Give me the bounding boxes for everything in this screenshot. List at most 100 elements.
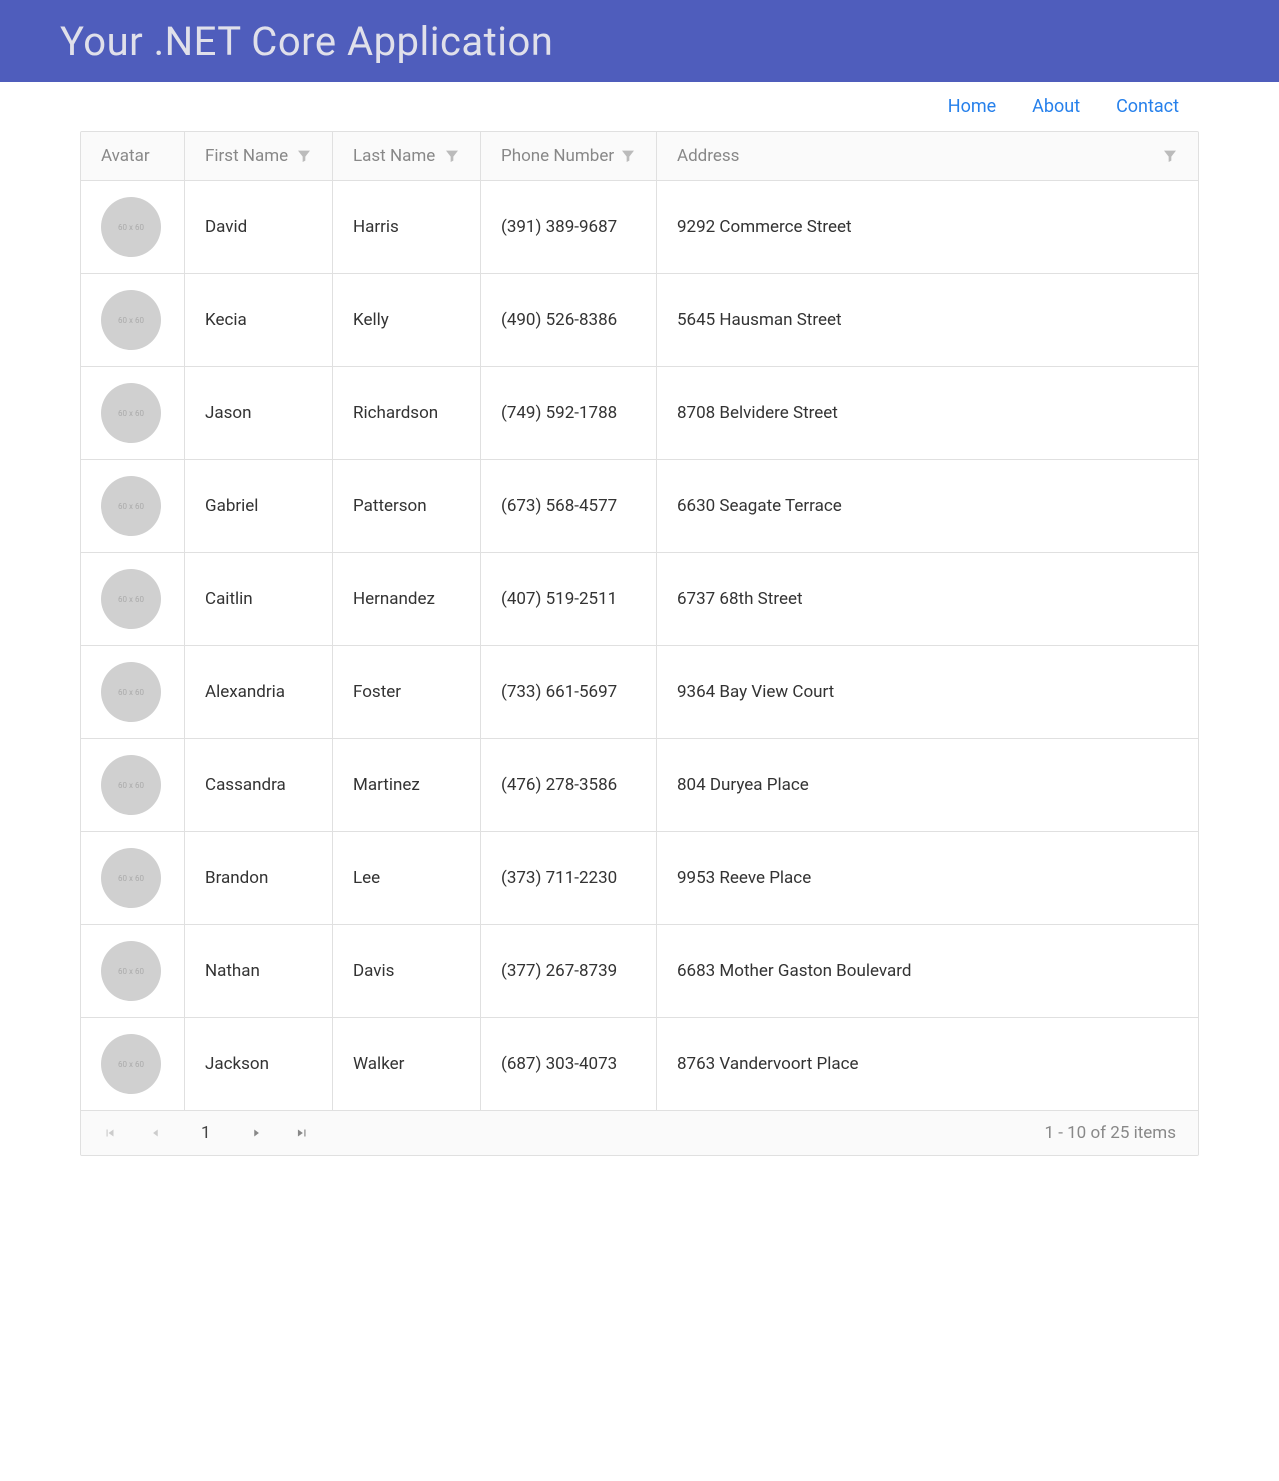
- cell-first-name: Caitlin: [185, 553, 333, 645]
- table-row[interactable]: 60 x 60 JacksonWalker(687) 303-40738763 V…: [81, 1018, 1198, 1110]
- nav-about[interactable]: About: [1032, 96, 1080, 117]
- column-label: Last Name: [353, 146, 435, 166]
- avatar: 60 x 60: [101, 290, 161, 350]
- cell-last-name: Hernandez: [333, 553, 481, 645]
- filter-icon[interactable]: [1162, 148, 1178, 164]
- cell-first-name: Alexandria: [185, 646, 333, 738]
- skip-last-icon: [295, 1126, 309, 1140]
- avatar: 60 x 60: [101, 848, 161, 908]
- cell-phone: (391) 389-9687: [481, 181, 657, 273]
- table-row[interactable]: 60 x 60 BrandonLee(373) 711-22309953 Reev…: [81, 832, 1198, 925]
- cell-phone: (377) 267-8739: [481, 925, 657, 1017]
- column-header-address[interactable]: Address: [657, 132, 1198, 180]
- table-row[interactable]: 60 x 60NathanDavis(377) 267-87396683 Mot…: [81, 925, 1198, 1018]
- cell-avatar: 60 x 60: [81, 739, 185, 831]
- pager-controls: 1: [103, 1123, 309, 1143]
- table-row[interactable]: 60 x 60KeciaKelly(490) 526-83865645 Haus…: [81, 274, 1198, 367]
- cell-avatar: 60 x 60: [81, 181, 185, 273]
- cell-address: 9292 Commerce Street: [657, 181, 1198, 273]
- pager-prev-button[interactable]: [149, 1126, 163, 1140]
- filter-icon[interactable]: [620, 148, 636, 164]
- cell-address: 9364 Bay View Court: [657, 646, 1198, 738]
- cell-avatar: 60 x 60: [81, 367, 185, 459]
- nav-home[interactable]: Home: [948, 96, 996, 117]
- cell-last-name: Walker: [333, 1018, 481, 1110]
- column-header-first-name[interactable]: First Name: [185, 132, 333, 180]
- column-label: First Name: [205, 146, 288, 166]
- app-title: Your .NET Core Application: [60, 18, 1219, 65]
- cell-avatar: 60 x 60: [81, 646, 185, 738]
- cell-last-name: Martinez: [333, 739, 481, 831]
- table-row[interactable]: 60 x 60 JasonRichardson(749) 592-17888708…: [81, 367, 1198, 460]
- cell-first-name: David: [185, 181, 333, 273]
- cell-last-name: Kelly: [333, 274, 481, 366]
- cell-first-name: Gabriel: [185, 460, 333, 552]
- cell-phone: (733) 661-5697: [481, 646, 657, 738]
- cell-address: 804 Duryea Place: [657, 739, 1198, 831]
- cell-last-name: Foster: [333, 646, 481, 738]
- pager-current-page[interactable]: 1: [195, 1123, 217, 1143]
- pager-info: 1 - 10 of 25 items: [1044, 1123, 1176, 1143]
- cell-avatar: 60 x 60: [81, 832, 185, 924]
- cell-phone: (749) 592-1788: [481, 367, 657, 459]
- cell-first-name: Cassandra: [185, 739, 333, 831]
- cell-phone: (687) 303-4073: [481, 1018, 657, 1110]
- grid-body: 60 x 60 DavidHarris(391) 389-96879292 Com…: [81, 181, 1198, 1110]
- avatar: 60 x 60: [101, 383, 161, 443]
- filter-icon[interactable]: [296, 148, 312, 164]
- column-header-avatar[interactable]: Avatar: [81, 132, 185, 180]
- cell-address: 6737 68th Street: [657, 553, 1198, 645]
- cell-avatar: 60 x 60: [81, 925, 185, 1017]
- app-header: Your .NET Core Application: [0, 0, 1279, 82]
- cell-address: 6630 Seagate Terrace: [657, 460, 1198, 552]
- prev-icon: [149, 1126, 163, 1140]
- column-header-last-name[interactable]: Last Name: [333, 132, 481, 180]
- nav-contact[interactable]: Contact: [1116, 96, 1179, 117]
- column-header-phone[interactable]: Phone Number: [481, 132, 657, 180]
- cell-address: 9953 Reeve Place: [657, 832, 1198, 924]
- grid-header-row: Avatar First Name Last Name Phone Number…: [81, 132, 1198, 181]
- column-label: Phone Number: [501, 146, 614, 166]
- table-row[interactable]: 60 x 60 DavidHarris(391) 389-96879292 Com…: [81, 181, 1198, 274]
- table-row[interactable]: 60 x 60 CassandraMartinez(476) 278-358680…: [81, 739, 1198, 832]
- cell-phone: (673) 568-4577: [481, 460, 657, 552]
- pager-last-button[interactable]: [295, 1126, 309, 1140]
- cell-phone: (476) 278-3586: [481, 739, 657, 831]
- cell-avatar: 60 x 60: [81, 274, 185, 366]
- table-row[interactable]: 60 x 60 AlexandriaFoster(733) 661-5697936…: [81, 646, 1198, 739]
- column-label: Address: [677, 146, 739, 166]
- cell-first-name: Kecia: [185, 274, 333, 366]
- avatar: 60 x 60: [101, 662, 161, 722]
- avatar: 60 x 60: [101, 476, 161, 536]
- avatar: 60 x 60: [101, 197, 161, 257]
- cell-last-name: Lee: [333, 832, 481, 924]
- cell-last-name: Richardson: [333, 367, 481, 459]
- cell-phone: (407) 519-2511: [481, 553, 657, 645]
- cell-address: 8708 Belvidere Street: [657, 367, 1198, 459]
- pager-first-button[interactable]: [103, 1126, 117, 1140]
- avatar: 60 x 60: [101, 755, 161, 815]
- cell-avatar: 60 x 60: [81, 460, 185, 552]
- cell-last-name: Harris: [333, 181, 481, 273]
- cell-avatar: 60 x 60: [81, 553, 185, 645]
- cell-first-name: Jason: [185, 367, 333, 459]
- filter-icon[interactable]: [444, 148, 460, 164]
- table-row[interactable]: 60 x 60GabrielPatterson(673) 568-4577663…: [81, 460, 1198, 553]
- pager-next-button[interactable]: [249, 1126, 263, 1140]
- top-nav: Home About Contact: [0, 82, 1279, 131]
- avatar: 60 x 60: [101, 1034, 161, 1094]
- cell-address: 8763 Vandervoort Place: [657, 1018, 1198, 1110]
- next-icon: [249, 1126, 263, 1140]
- cell-phone: (490) 526-8386: [481, 274, 657, 366]
- data-grid: Avatar First Name Last Name Phone Number…: [80, 131, 1199, 1156]
- cell-first-name: Brandon: [185, 832, 333, 924]
- grid-pager: 1 1 - 10 of 25 items: [81, 1110, 1198, 1155]
- cell-last-name: Davis: [333, 925, 481, 1017]
- skip-first-icon: [103, 1126, 117, 1140]
- cell-first-name: Jackson: [185, 1018, 333, 1110]
- cell-phone: (373) 711-2230: [481, 832, 657, 924]
- avatar: 60 x 60: [101, 569, 161, 629]
- avatar: 60 x 60: [101, 941, 161, 1001]
- cell-avatar: 60 x 60: [81, 1018, 185, 1110]
- table-row[interactable]: 60 x 60 CaitlinHernandez(407) 519-2511673…: [81, 553, 1198, 646]
